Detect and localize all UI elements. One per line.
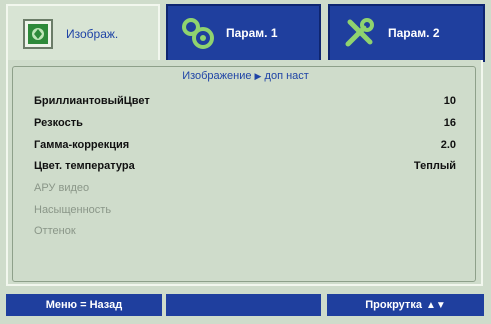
menu-item-label: Цвет. температура [34,160,135,172]
menu-item-color-temperature[interactable]: Цвет. температура Теплый [34,157,456,175]
menu-item-brilliant-color[interactable]: БриллиантовыйЦвет 10 [34,92,456,110]
menu-item-hue: Оттенок [34,222,456,240]
tab-label: Парам. 2 [388,26,440,40]
tab-settings-2[interactable]: Парам. 2 [328,4,485,62]
breadcrumb: Изображение ▶ доп наст [0,70,491,82]
menu-item-saturation: Насыщенность [34,201,456,219]
menu-item-value: 10 [443,95,456,107]
footer-menu-back-label: Меню = Назад [45,299,123,311]
breadcrumb-parent: Изображение [182,70,252,82]
tab-settings-1[interactable]: Парам. 1 [166,4,321,62]
menu-item-value: Теплый [413,160,456,172]
scroll-arrows-icon: ▲▼ [425,299,446,311]
menu-item-label: АРУ видео [34,182,90,194]
menu-item-value: 2.0 [440,139,456,151]
menu-item-sharpness[interactable]: Резкость 16 [34,114,456,132]
gears-icon [180,15,216,51]
image-settings-icon [20,16,56,52]
footer-scroll: Прокрутка ▲▼ [327,294,484,316]
menu-item-label: Насыщенность [34,204,112,216]
tab-label: Парам. 1 [226,26,278,40]
menu-item-label: Оттенок [34,225,76,237]
osd-menu: Изображ. Парам. 1 Парам. 2 Изображение ▶… [0,0,491,324]
footer-scroll-label: Прокрутка [365,299,422,311]
breadcrumb-arrow-icon: ▶ [254,71,262,81]
footer-middle [166,294,321,316]
menu-item-gamma[interactable]: Гамма-коррекция 2.0 [34,136,456,154]
breadcrumb-child: доп наст [264,70,309,82]
menu-item-label: Гамма-коррекция [34,139,130,151]
menu-item-value: 16 [443,117,456,129]
footer-menu-back: Меню = Назад [6,294,162,316]
menu-item-video-agc: АРУ видео [34,179,456,197]
tab-label: Изображ. [66,27,119,41]
menu-item-label: Резкость [34,117,83,129]
menu-item-label: БриллиантовыйЦвет [34,95,150,107]
tools-icon [342,15,378,51]
tab-image[interactable]: Изображ. [6,4,160,62]
